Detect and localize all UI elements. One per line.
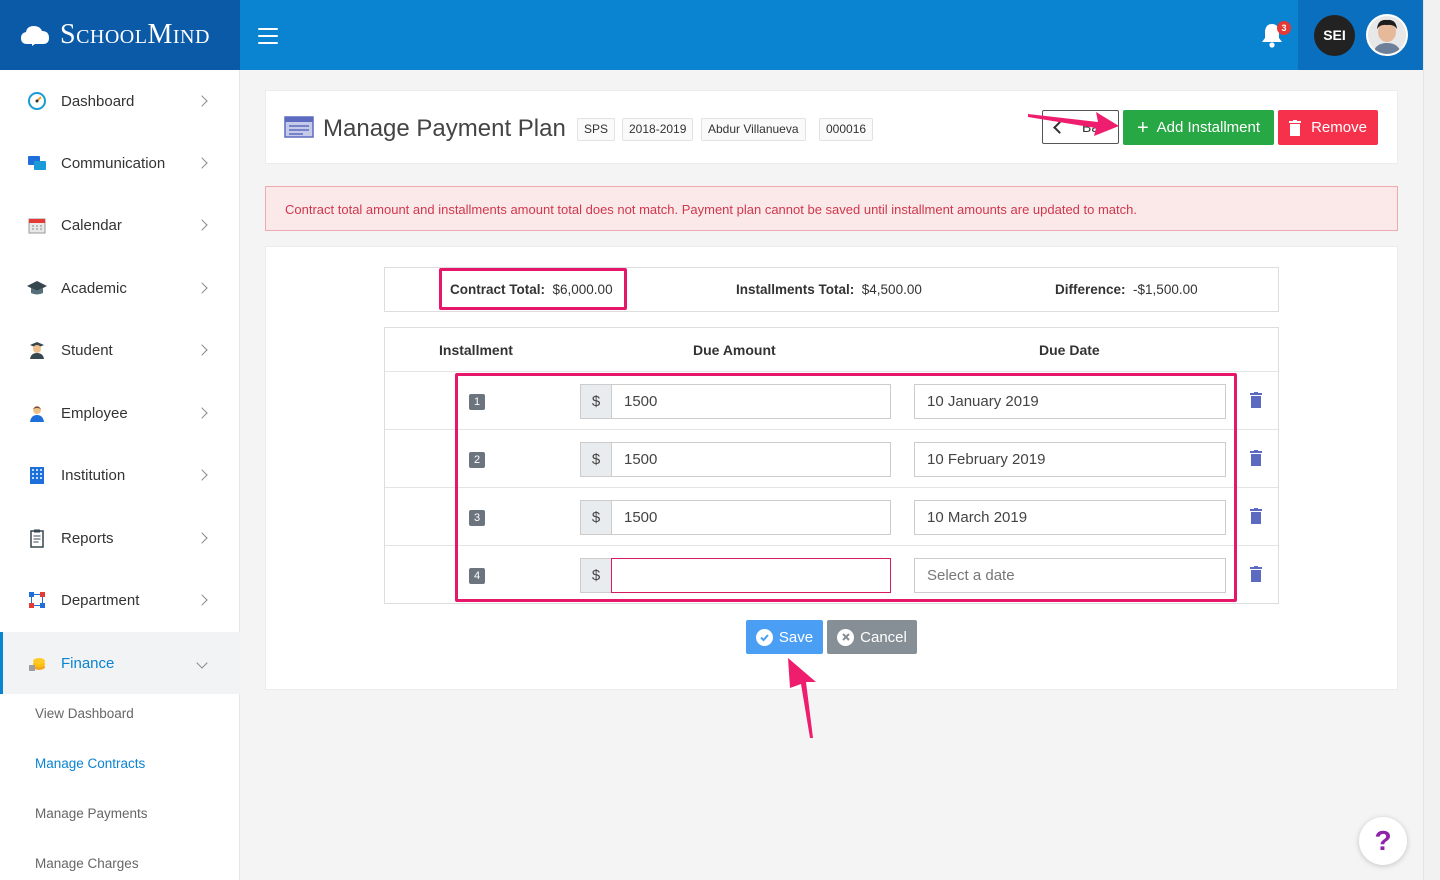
installments-total-label: Installments Total: (736, 282, 855, 297)
trash-icon (1289, 119, 1302, 136)
sidebar-item-employee[interactable]: Employee (0, 382, 240, 444)
help-button[interactable]: ? (1359, 817, 1407, 865)
header-due-amount: Due Amount (693, 342, 776, 358)
header-due-date: Due Date (1039, 342, 1100, 358)
delete-row-trash-icon[interactable] (1250, 450, 1262, 466)
sidebar-subitem-manage-charges[interactable]: Manage Charges (35, 856, 139, 871)
sidebar-subitem-manage-contracts[interactable]: Manage Contracts (35, 756, 145, 771)
annotation-arrow-icon (1028, 112, 1119, 136)
difference-value: -$1,500.00 (1133, 282, 1198, 297)
sidebar-subitem-manage-payments[interactable]: Manage Payments (35, 806, 148, 821)
department-network-icon (26, 589, 48, 611)
menu-toggle-icon[interactable] (258, 28, 278, 44)
cancel-label: Cancel (860, 628, 907, 646)
logo[interactable]: SchoolMind (0, 0, 240, 70)
sidebar-item-label: Dashboard (61, 92, 135, 110)
chevron-right-icon (196, 157, 208, 169)
payment-plan-table-icon (284, 116, 314, 138)
school-tag: SPS (577, 118, 616, 141)
header-installment: Installment (439, 342, 513, 358)
student-icon (26, 339, 48, 361)
year-tag: 2018-2019 (622, 118, 694, 141)
installments-total-value: $4,500.00 (861, 282, 922, 297)
sidebar-item-label: Student (61, 341, 113, 359)
cloud-logo-icon (21, 26, 49, 46)
chevron-right-icon (196, 344, 208, 356)
delete-row-trash-icon[interactable] (1250, 392, 1262, 408)
building-icon (26, 464, 48, 486)
chevron-right-icon (196, 407, 208, 419)
user-photo-avatar[interactable] (1366, 14, 1408, 56)
sidebar-item-institution[interactable]: Institution (0, 444, 240, 506)
logo-text: SchoolMind (60, 19, 210, 50)
save-button[interactable]: Save (746, 620, 823, 654)
sidebar-item-label: Academic (61, 279, 127, 297)
add-installment-label: Add Installment (1156, 119, 1261, 136)
sidebar-item-label: Calendar (61, 216, 122, 234)
coins-icon (26, 652, 48, 674)
delete-row-trash-icon[interactable] (1250, 566, 1262, 582)
sidebar-item-label: Communication (61, 154, 166, 172)
remove-label: Remove (1311, 119, 1367, 136)
chevron-right-icon (196, 282, 208, 294)
remove-button[interactable]: Remove (1278, 110, 1378, 145)
difference-label: Difference: (1055, 282, 1126, 297)
contract-total-highlight (439, 268, 627, 310)
user-initials-avatar[interactable]: SEI (1314, 15, 1355, 56)
sidebar-item-dashboard[interactable]: Dashboard (0, 70, 240, 132)
check-circle-icon (755, 628, 773, 646)
sidebar-item-calendar[interactable]: Calendar (0, 194, 240, 256)
sidebar-item-reports[interactable]: Reports (0, 507, 240, 569)
sidebar-item-academic[interactable]: Academic (0, 257, 240, 319)
difference-total: Difference: -$1,500.00 (1055, 282, 1198, 297)
clipboard-report-icon (26, 527, 48, 549)
mismatch-alert: Contract total amount and installments a… (265, 186, 1398, 231)
chat-bubbles-icon (26, 152, 48, 174)
plus-icon: + (1136, 116, 1149, 139)
row-divider (385, 371, 1278, 372)
annotation-arrow-icon (788, 658, 816, 738)
sidebar-item-label: Finance (61, 654, 115, 672)
sidebar-item-finance[interactable]: Finance (0, 632, 240, 694)
contract-id-tag: 000016 (819, 118, 874, 141)
page-title: Manage Payment Plan (323, 115, 566, 142)
sidebar-subitem-view-dashboard[interactable]: View Dashboard (35, 706, 134, 721)
sidebar-item-student[interactable]: Student (0, 319, 240, 381)
notification-count-badge: 3 (1277, 21, 1291, 35)
chevron-right-icon (196, 95, 208, 107)
employee-icon (26, 402, 48, 424)
sidebar-item-communication[interactable]: Communication (0, 132, 240, 194)
installments-total: Installments Total: $4,500.00 (736, 282, 922, 297)
chevron-right-icon (196, 469, 208, 481)
cancel-button[interactable]: Cancel (827, 620, 917, 654)
dashboard-gauge-icon (26, 90, 48, 112)
installments-highlight (455, 373, 1237, 602)
person-photo-icon (1368, 16, 1406, 54)
calendar-icon (26, 214, 48, 236)
page-scrollbar[interactable] (1423, 0, 1440, 880)
save-label: Save (778, 628, 814, 646)
sidebar-item-label: Reports (61, 529, 114, 547)
chevron-right-icon (196, 532, 208, 544)
student-name-tag: Abdur Villanueva (701, 118, 806, 141)
delete-row-trash-icon[interactable] (1250, 508, 1262, 524)
sidebar-item-label: Department (61, 591, 140, 609)
sidebar-item-label: Employee (61, 404, 128, 422)
chevron-down-icon (196, 657, 208, 669)
sidebar-item-label: Institution (61, 466, 126, 484)
x-circle-icon (837, 628, 855, 646)
graduation-cap-icon (26, 277, 48, 299)
add-installment-button[interactable]: + Add Installment (1123, 110, 1274, 145)
chevron-right-icon (196, 594, 208, 606)
sidebar-item-department[interactable]: Department (0, 569, 240, 631)
chevron-right-icon (196, 219, 208, 231)
